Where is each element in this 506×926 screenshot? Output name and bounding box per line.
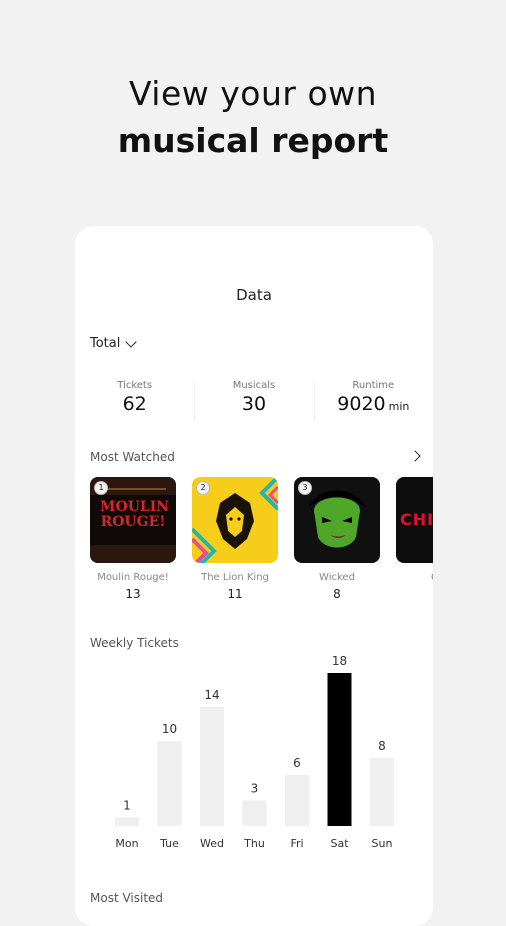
stat-tickets: Tickets 62 — [75, 380, 194, 415]
period-filter-label: Total — [90, 336, 121, 351]
poster-moulin-rouge: MOULIN ROUGE! 1 — [90, 477, 176, 563]
most-watched-label: Most Watched — [90, 450, 175, 464]
stat-value: 30 — [241, 393, 267, 415]
day-label: Tue — [159, 837, 179, 850]
bar-value-label: 14 — [204, 688, 219, 702]
stat-label: Musicals — [232, 380, 276, 391]
bar-wed — [200, 707, 224, 826]
bar-value-label: 8 — [378, 739, 386, 753]
musical-count: 11 — [227, 587, 243, 601]
poster-lion-king: 2 — [192, 477, 278, 563]
period-filter-dropdown[interactable]: Total — [90, 335, 138, 351]
day-label: Sun — [372, 837, 393, 850]
card-title: Data — [236, 286, 272, 304]
headline: View your own musical report — [0, 72, 506, 166]
day-label: Mon — [115, 837, 138, 850]
bar-value-label: 18 — [332, 654, 347, 668]
bar-value-label: 10 — [162, 722, 177, 736]
day-label: Thu — [243, 837, 265, 850]
musical-title: Moulin Rouge! — [97, 572, 169, 583]
poster-chicago: CHIC — [396, 477, 433, 563]
rank-badge: 1 — [94, 481, 108, 495]
stat-runtime: Runtime 9020 min — [313, 380, 433, 420]
musical-item[interactable]: MOULIN ROUGE! 1 Moulin Rouge! 13 — [90, 477, 176, 601]
stat-label: Tickets — [117, 380, 153, 391]
musical-title: The Lion King — [201, 572, 269, 583]
bar-fri — [285, 775, 309, 826]
chevron-down-icon — [125, 335, 138, 348]
rank-badge: 2 — [196, 481, 210, 495]
bar-value-label: 1 — [123, 799, 131, 813]
stat-unit: min — [388, 400, 410, 413]
poster-wicked: 3 — [294, 477, 380, 563]
headline-line2: musical report — [117, 121, 389, 160]
bar-tue — [157, 741, 182, 826]
most-visited-label: Most Visited — [90, 891, 164, 905]
stat-value: 62 — [122, 393, 147, 415]
report-card: Data Total Tickets 62 Musicals 30 Runtim… — [75, 226, 433, 926]
stat-label: Runtime — [352, 380, 395, 391]
stat-musicals: Musicals 30 — [194, 380, 313, 420]
bar-sun — [370, 758, 394, 826]
weekly-tickets-chart: 1 Mon 10 Tue 14 Wed 3 Thu 6 Fri 18 Sat 8 Sun — [115, 654, 394, 850]
stat-value: 9020 min — [337, 393, 410, 415]
bar-sat — [327, 673, 352, 826]
musical-item[interactable]: CHIC Chi — [396, 477, 433, 601]
rank-badge: 3 — [298, 481, 312, 495]
bar-thu — [242, 800, 267, 826]
day-label: Fri — [290, 837, 303, 850]
day-label: Wed — [200, 837, 224, 850]
poster-text: MOULIN ROUGE! — [100, 499, 170, 530]
most-watched-list: MOULIN ROUGE! 1 Moulin Rouge! 13 2 The L… — [90, 477, 433, 601]
musical-count: 8 — [333, 587, 341, 601]
musical-count: 13 — [125, 587, 141, 601]
musical-item[interactable]: 3 Wicked 8 — [294, 477, 380, 601]
poster-text: CHIC — [400, 510, 433, 529]
stats-row: Tickets 62 Musicals 30 Runtime 9020 min — [75, 380, 433, 420]
musical-item[interactable]: 2 The Lion King 11 — [192, 477, 278, 601]
bar-value-label: 6 — [293, 756, 301, 770]
musical-title: Chi — [396, 572, 433, 583]
day-label: Sat — [330, 837, 349, 850]
bar-value-label: 3 — [251, 782, 259, 796]
headline-line1: View your own — [128, 74, 378, 113]
chevron-right-icon[interactable] — [409, 450, 421, 462]
bar-mon — [115, 817, 139, 826]
musical-title: Wicked — [319, 572, 355, 583]
